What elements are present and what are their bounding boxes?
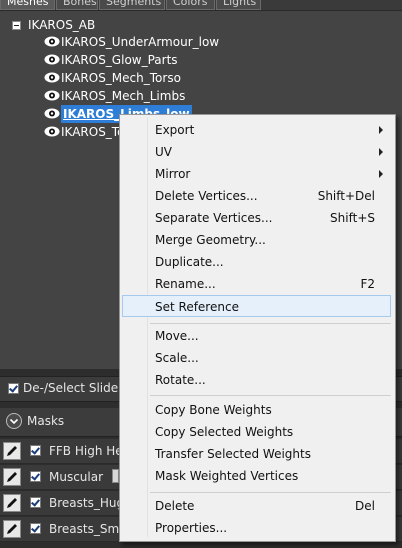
slider-checkbox[interactable] <box>30 523 41 534</box>
menu-item-shortcut: Shift+S <box>330 211 375 225</box>
menu-item-label: Mask Weighted Vertices <box>155 469 299 483</box>
menu-item-separate-vertices[interactable]: Separate Vertices... Shift+S <box>122 207 391 229</box>
masks-label: Masks <box>27 414 65 428</box>
menu-item-label: Export <box>155 123 195 137</box>
slider-thumb[interactable] <box>112 469 119 483</box>
tab-colors[interactable]: Colors <box>166 0 215 10</box>
menu-item-rotate[interactable]: Rotate... <box>122 369 391 391</box>
menu-separator <box>150 492 391 493</box>
menu-item-properties[interactable]: Properties... <box>122 517 391 539</box>
menu-item-label: Separate Vertices... <box>155 211 273 225</box>
tab-segments[interactable]: Segments <box>99 0 165 10</box>
menu-item-export[interactable]: Export <box>122 119 391 141</box>
menu-item-delete[interactable]: Delete Del <box>122 495 391 517</box>
menu-item-label: UV <box>155 145 172 159</box>
tab-bones[interactable]: Bones <box>56 0 98 10</box>
pencil-icon <box>7 498 17 508</box>
tree-root-label: IKAROS_AB <box>28 18 96 32</box>
select-sliders-label: De-/Select Sliders <box>23 381 130 395</box>
menu-item-label: Delete Vertices... <box>155 189 258 203</box>
slider-label: FFB High Hee <box>49 444 131 458</box>
eye-icon[interactable] <box>44 108 60 119</box>
menu-separator <box>150 323 391 324</box>
collapse-icon[interactable] <box>12 21 21 30</box>
pencil-icon <box>7 524 17 534</box>
eye-icon[interactable] <box>44 72 60 83</box>
slider-checkbox[interactable] <box>30 445 41 456</box>
edit-slider-button[interactable] <box>3 442 21 460</box>
menu-item-label: Rename... <box>155 277 216 291</box>
slider-checkbox[interactable] <box>30 497 41 508</box>
menu-item-label: Transfer Selected Weights <box>155 447 311 461</box>
menu-item-label: Copy Bone Weights <box>155 403 272 417</box>
masks-expand-button[interactable] <box>6 413 22 429</box>
menu-item-move[interactable]: Move... <box>122 325 391 347</box>
menu-item-label: Delete <box>155 499 195 513</box>
menu-item-label: Properties... <box>155 521 228 535</box>
menu-item-mask-weighted-vertices[interactable]: Mask Weighted Vertices <box>122 465 391 487</box>
submenu-arrow-icon <box>379 170 383 178</box>
tree-node-label: IKAROS_Mech_Limbs <box>61 89 186 103</box>
menu-item-shortcut: Del <box>355 499 375 513</box>
menu-separator <box>150 395 391 396</box>
menu-item-duplicate[interactable]: Duplicate... <box>122 251 391 273</box>
menu-item-delete-vertices[interactable]: Delete Vertices... Shift+Del <box>122 185 391 207</box>
context-menu: Export UV Mirror Delete Vertices... Shif… <box>119 114 396 542</box>
menu-item-copy-selected-weights[interactable]: Copy Selected Weights <box>122 421 391 443</box>
menu-item-label: Move... <box>155 329 199 343</box>
menu-item-label: Rotate... <box>155 373 206 387</box>
slider-label: Muscular <box>49 470 104 484</box>
menu-item-label: Set Reference <box>155 300 239 314</box>
edit-slider-button[interactable] <box>3 468 21 486</box>
edit-slider-button[interactable] <box>3 520 21 538</box>
tree-node-label: IKAROS_Mech_Torso <box>61 71 181 85</box>
eye-icon[interactable] <box>44 90 60 101</box>
menu-item-shortcut: Shift+Del <box>317 189 375 203</box>
menu-item-label: Scale... <box>155 351 199 365</box>
menu-item-scale[interactable]: Scale... <box>122 347 391 369</box>
tab-strip: Meshes Bones Segments Colors Lights <box>0 0 402 10</box>
menu-item-uv[interactable]: UV <box>122 141 391 163</box>
menu-item-transfer-selected-weights[interactable]: Transfer Selected Weights <box>122 443 391 465</box>
menu-item-label: Merge Geometry... <box>155 233 266 247</box>
submenu-arrow-icon <box>379 148 383 156</box>
eye-icon[interactable] <box>44 54 60 65</box>
menu-item-set-reference[interactable]: Set Reference <box>122 295 391 317</box>
menu-item-label: Duplicate... <box>155 255 224 269</box>
pencil-icon <box>7 446 17 456</box>
menu-item-shortcut: F2 <box>360 277 375 291</box>
menu-item-mirror[interactable]: Mirror <box>122 163 391 185</box>
submenu-arrow-icon <box>379 126 383 134</box>
tree-node-label: IKAROS_Glow_Parts <box>61 53 178 67</box>
pencil-icon <box>7 472 17 482</box>
menu-item-label: Mirror <box>155 167 191 181</box>
menu-item-rename[interactable]: Rename... F2 <box>122 273 391 295</box>
menu-item-label: Copy Selected Weights <box>155 425 294 439</box>
chevron-down-icon <box>9 418 19 425</box>
tab-meshes[interactable]: Meshes <box>0 0 55 10</box>
slider-checkbox[interactable] <box>30 471 41 482</box>
tree-node-label: IKAROS_UnderArmour_low <box>61 35 220 49</box>
edit-slider-button[interactable] <box>3 494 21 512</box>
tab-lights[interactable]: Lights <box>216 0 261 10</box>
menu-item-copy-bone-weights[interactable]: Copy Bone Weights <box>122 399 391 421</box>
eye-icon[interactable] <box>44 126 60 137</box>
select-sliders-checkbox[interactable] <box>8 383 19 394</box>
menu-item-merge-geometry[interactable]: Merge Geometry... <box>122 229 391 251</box>
tree-node-label: IKAROS_To <box>61 125 125 139</box>
eye-icon[interactable] <box>44 36 60 47</box>
